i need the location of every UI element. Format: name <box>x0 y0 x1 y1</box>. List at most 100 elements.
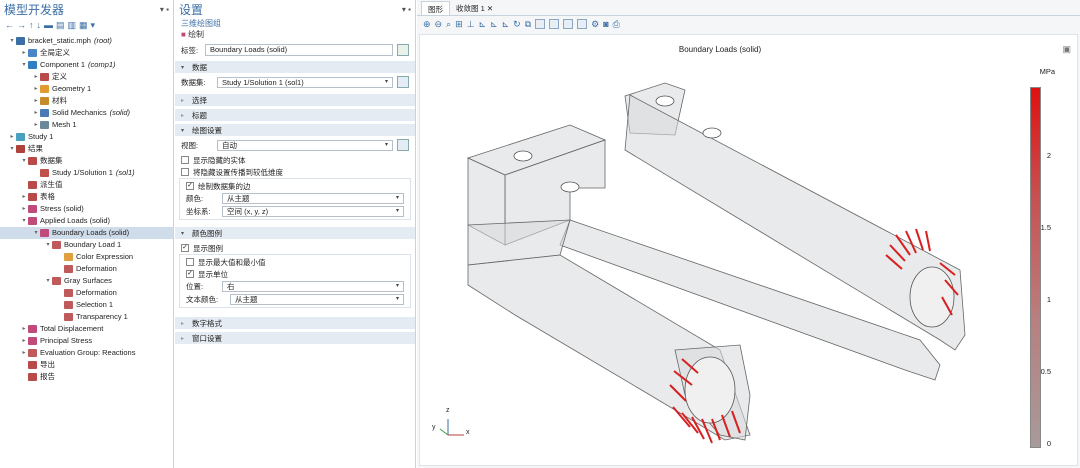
chk-show-units[interactable]: ✓ 显示单位 <box>180 268 410 280</box>
tree-node[interactable]: ▾ Gray Surfaces <box>0 275 173 287</box>
section-color-legend[interactable]: ▾ 颜色图例 <box>175 226 415 239</box>
tree-node[interactable]: ▸ Mesh 1 <box>0 119 173 131</box>
chk-show-legend[interactable]: ✓ 显示图例 <box>175 242 415 254</box>
transparency-icon[interactable] <box>577 19 588 29</box>
show-icon[interactable]: ▬ <box>44 20 53 30</box>
expand-toggle-icon[interactable]: ▸ <box>20 47 28 59</box>
expand-icon[interactable]: ▥ <box>68 20 77 31</box>
expand-toggle-icon[interactable]: ▾ <box>8 35 16 47</box>
tree-node[interactable]: ▸ Principal Stress <box>0 335 173 347</box>
expand-toggle-icon[interactable]: ▸ <box>32 95 40 107</box>
tree-node[interactable]: ▾ 数据集 <box>0 155 173 167</box>
tree-node[interactable]: Transparency 1 <box>0 311 173 323</box>
print-icon[interactable]: ⎙ <box>613 19 620 30</box>
pin-icon[interactable]: ▾ ▪ <box>160 5 169 14</box>
zoom-out-icon[interactable]: ⊖ <box>435 19 443 30</box>
tree-node[interactable]: ▸ 全局定义 <box>0 47 173 59</box>
tree-node[interactable]: 报告 <box>0 371 173 383</box>
rotate-icon[interactable]: ↻ <box>513 19 521 30</box>
text-color-select[interactable]: 从主题 ▾ <box>230 294 404 305</box>
position-select[interactable]: 右 ▾ <box>222 281 404 292</box>
zoom-box-icon[interactable]: ⌕ <box>446 19 451 30</box>
wireframe-icon[interactable] <box>563 19 574 29</box>
expand-toggle-icon[interactable]: ▸ <box>20 323 28 335</box>
expand-toggle-icon[interactable]: ▾ <box>20 215 28 227</box>
tree-node[interactable]: ▸ Stress (solid) <box>0 203 173 215</box>
tree-node[interactable]: ▾ bracket_static.mph (root) <box>0 35 173 47</box>
tab-convergence[interactable]: 收敛图 1 ✕ <box>450 1 499 15</box>
expand-toggle-icon[interactable]: ▸ <box>20 347 28 359</box>
collapse-icon[interactable]: ▤ <box>56 20 65 31</box>
tree-node[interactable]: Deformation <box>0 287 173 299</box>
axis-icon[interactable]: ⊥ <box>467 19 475 30</box>
restore-icon[interactable]: ▣ <box>1062 44 1071 55</box>
list-icon[interactable]: ▦ <box>79 20 88 31</box>
tree-node[interactable]: Study 1/Solution 1 (sol1) <box>0 167 173 179</box>
light-icon[interactable] <box>535 19 546 29</box>
label-edit-icon[interactable] <box>397 44 409 56</box>
expand-toggle-icon[interactable]: ▸ <box>20 191 28 203</box>
section-title[interactable]: ▸ 标题 <box>175 108 415 121</box>
camera-icon[interactable]: ◙ <box>603 19 608 29</box>
expand-toggle-icon[interactable]: ▾ <box>44 275 52 287</box>
select-icon[interactable]: ⧉ <box>525 19 531 30</box>
expand-toggle-icon[interactable]: ▾ <box>44 239 52 251</box>
chk-propagate[interactable]: 将隐藏设置传播到较低维度 <box>175 166 415 178</box>
forward-icon[interactable]: → <box>17 20 26 30</box>
tree-node[interactable]: 派生值 <box>0 179 173 191</box>
chk-show-hidden[interactable]: 显示隐藏的实体 <box>175 154 415 166</box>
dataset-select[interactable]: Study 1/Solution 1 (sol1) ▾ <box>217 76 393 88</box>
tree-node[interactable]: ▸ 定义 <box>0 71 173 83</box>
tree-node[interactable]: ▸ Evaluation Group: Reactions <box>0 347 173 359</box>
tree-node[interactable]: ▾ Boundary Load 1 <box>0 239 173 251</box>
section-window-settings[interactable]: ▸ 窗口设置 <box>175 331 415 344</box>
section-number-format[interactable]: ▸ 数字格式 <box>175 316 415 329</box>
expand-toggle-icon[interactable]: ▸ <box>20 335 28 347</box>
zoom-in-icon[interactable]: ⊕ <box>423 19 431 30</box>
tree-node[interactable]: ▾ Applied Loads (solid) <box>0 215 173 227</box>
menu-icon[interactable]: ▾ <box>91 20 96 31</box>
zoom-extents-icon[interactable]: ⊞ <box>455 19 463 30</box>
tree-node[interactable]: ▾ Component 1 (comp1) <box>0 59 173 71</box>
expand-toggle-icon[interactable]: ▸ <box>32 83 40 95</box>
section-plot-settings[interactable]: ▾ 绘图设置 <box>175 123 415 136</box>
tree-node[interactable]: ▸ 材料 <box>0 95 173 107</box>
expand-toggle-icon[interactable]: ▸ <box>32 71 40 83</box>
tree-node[interactable]: Selection 1 <box>0 299 173 311</box>
section-data[interactable]: ▾ 数据 <box>175 60 415 73</box>
settings-icon[interactable]: ⚙ <box>591 19 599 30</box>
tree-node[interactable]: 导出 <box>0 359 173 371</box>
tab-graphics[interactable]: 图形 <box>421 1 450 15</box>
expand-toggle-icon[interactable]: ▸ <box>8 131 16 143</box>
expand-toggle-icon[interactable]: ▸ <box>32 107 40 119</box>
label-input[interactable]: Boundary Loads (solid) <box>205 44 393 56</box>
dataset-goto-icon[interactable] <box>397 76 409 88</box>
tree-node[interactable]: Color Expression <box>0 251 173 263</box>
frame-select[interactable]: 空间 (x, y, z) ▾ <box>222 206 404 217</box>
expand-toggle-icon[interactable]: ▾ <box>20 59 28 71</box>
up-icon[interactable]: ↑ <box>29 20 34 30</box>
chk-show-maxmin[interactable]: 显示最大值和最小值 <box>180 256 410 268</box>
tree-node[interactable]: ▾ Boundary Loads (solid) <box>0 227 173 239</box>
tree-node[interactable]: ▸ Solid Mechanics (solid) <box>0 107 173 119</box>
section-selection[interactable]: ▸ 选择 <box>175 93 415 106</box>
plot-button[interactable]: ■ 绘制 <box>175 29 415 40</box>
edge-color-select[interactable]: 从主题 ▾ <box>222 193 404 204</box>
view-goto-icon[interactable] <box>397 139 409 151</box>
tree-node[interactable]: ▸ 表格 <box>0 191 173 203</box>
expand-toggle-icon[interactable]: ▸ <box>20 203 28 215</box>
view-zx-icon[interactable]: ⊾ <box>502 19 510 30</box>
expand-toggle-icon[interactable]: ▾ <box>32 227 40 239</box>
view-xy-icon[interactable]: ⊾ <box>479 19 487 30</box>
tree-node[interactable]: ▸ Total Displacement <box>0 323 173 335</box>
expand-toggle-icon[interactable]: ▸ <box>32 119 40 131</box>
chk-plot-edges[interactable]: ✓ 绘制数据集的边 <box>180 180 410 192</box>
tree-node[interactable]: ▸ Geometry 1 <box>0 83 173 95</box>
view-yz-icon[interactable]: ⊾ <box>490 19 498 30</box>
view-select[interactable]: 自动 ▾ <box>217 139 393 151</box>
pin-icon[interactable]: ▾ ▪ <box>402 5 411 14</box>
expand-toggle-icon[interactable]: ▾ <box>8 143 16 155</box>
tree-node[interactable]: ▸ Study 1 <box>0 131 173 143</box>
tree-node[interactable]: ▾ 结果 <box>0 143 173 155</box>
down-icon[interactable]: ↓ <box>37 20 42 30</box>
